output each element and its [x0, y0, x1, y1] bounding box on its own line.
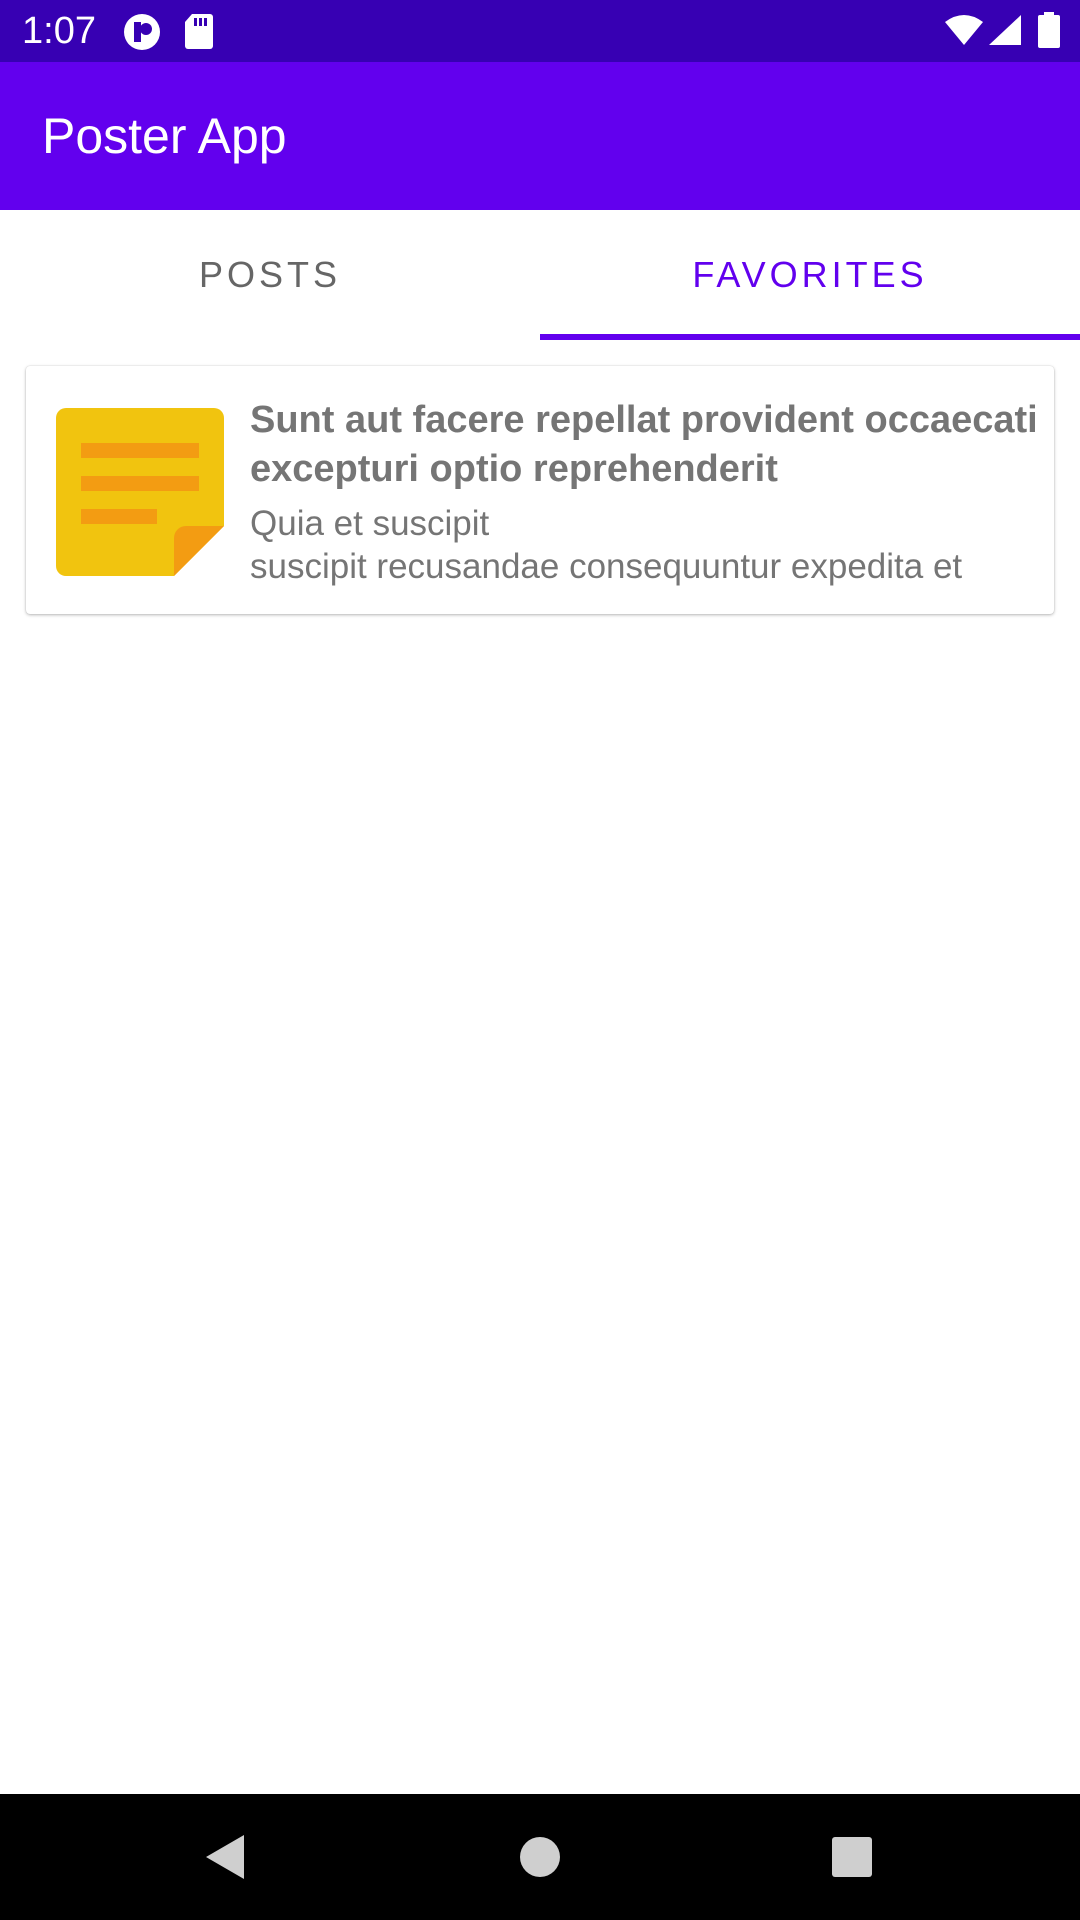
status-time: 1:07 [22, 10, 96, 52]
post-body-line: Quia et suscipit [250, 504, 490, 543]
battery-icon [1038, 12, 1060, 53]
sd-card-icon [184, 12, 214, 55]
status-bar: 1:07 [0, 0, 1080, 62]
post-body-line: suscipit recusandae consequuntur expedit… [250, 547, 963, 586]
favorite-post-card[interactable]: Sunt aut facere repellat provident occae… [26, 366, 1054, 614]
home-icon[interactable] [510, 1827, 570, 1887]
app-title: Poster App [42, 108, 287, 164]
app-bar: Poster App [0, 62, 1080, 210]
tab-bar: POSTS FAVORITES [0, 210, 1080, 340]
back-icon[interactable] [196, 1827, 256, 1887]
sticky-note-icon [56, 408, 224, 576]
tab-posts[interactable]: POSTS [0, 210, 540, 340]
cast-icon [122, 12, 162, 57]
post-body: Quia et suscipit suscipit recusandae con… [250, 502, 1040, 588]
tab-favorites[interactable]: FAVORITES [540, 210, 1080, 340]
cell-signal-icon [988, 14, 1022, 51]
selected-tab-indicator [540, 334, 1080, 340]
navigation-bar [0, 1794, 1080, 1920]
screen: 1:07 Poster App POSTS FAVORITES Sunt aut… [0, 0, 1080, 1920]
post-title: Sunt aut facere repellat provident occae… [250, 399, 1038, 490]
wifi-icon [944, 14, 984, 51]
recents-icon[interactable] [822, 1827, 882, 1887]
